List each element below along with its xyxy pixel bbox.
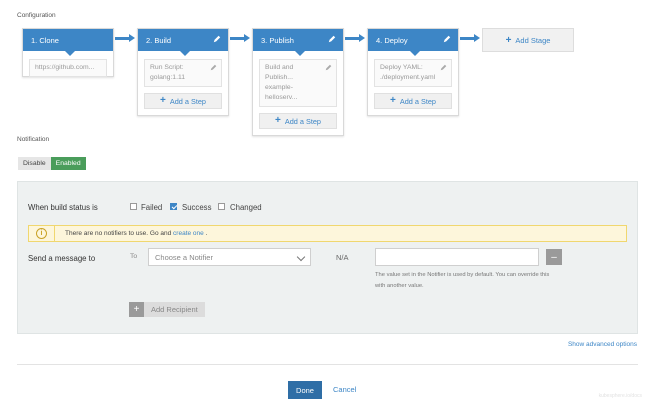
step-text: Build and Publish... example-helloserv..… bbox=[265, 64, 298, 101]
create-notifier-link[interactable]: create one bbox=[173, 230, 204, 237]
step-item[interactable]: Deploy YAML: ./deployment.yaml bbox=[374, 59, 452, 87]
changed-checkbox[interactable] bbox=[218, 203, 225, 210]
step-item[interactable]: https://github.com... bbox=[29, 59, 107, 77]
footer-divider bbox=[17, 364, 638, 365]
stage-title: 2. Build bbox=[146, 35, 172, 45]
plus-icon: + bbox=[275, 115, 281, 126]
build-status-label: When build status is bbox=[28, 203, 98, 212]
stage-header[interactable]: 3. Publish bbox=[253, 29, 343, 56]
pencil-icon[interactable] bbox=[440, 64, 447, 71]
pencil-icon[interactable] bbox=[443, 35, 451, 43]
add-step-button[interactable]: + Add a Step bbox=[374, 93, 452, 109]
add-recipient-button[interactable]: + Add Recipient bbox=[129, 302, 205, 317]
minus-icon: – bbox=[551, 251, 557, 263]
stage-notch bbox=[410, 51, 420, 56]
stage-header[interactable]: 1. Clone bbox=[23, 29, 113, 56]
changed-label: Changed bbox=[230, 203, 262, 212]
chevron-down-icon bbox=[296, 252, 306, 262]
add-stage-label: Add Stage bbox=[515, 35, 551, 45]
stage-notch bbox=[65, 51, 75, 56]
na-label: N/A bbox=[336, 253, 349, 262]
stage-header[interactable]: 2. Build bbox=[138, 29, 228, 56]
notifier-select[interactable]: Choose a Notifier bbox=[148, 248, 311, 266]
no-notifier-warning: i There are no notifiers to use. Go and … bbox=[28, 225, 627, 242]
step-text: Run Script: golang:1.11 bbox=[150, 64, 186, 81]
stage-title: 1. Clone bbox=[31, 35, 59, 45]
success-checkbox[interactable] bbox=[170, 203, 177, 210]
stage-publish[interactable]: 3. Publish Build and Publish... example-… bbox=[252, 28, 344, 136]
success-label: Success bbox=[182, 203, 212, 212]
plus-icon: + bbox=[160, 95, 166, 106]
notification-panel bbox=[17, 181, 638, 334]
plus-icon: + bbox=[129, 302, 144, 317]
notification-toggle[interactable]: Disable Enabled bbox=[18, 157, 86, 170]
warning-message: There are no notifiers to use. Go and bbox=[65, 230, 172, 237]
stage-title: 3. Publish bbox=[261, 35, 294, 45]
cancel-button[interactable]: Cancel bbox=[333, 385, 356, 394]
stage-header[interactable]: 4. Deploy bbox=[368, 29, 458, 56]
step-item[interactable]: Run Script: golang:1.11 bbox=[144, 59, 222, 87]
to-label: To bbox=[130, 253, 138, 260]
stage-notch bbox=[295, 51, 305, 56]
pipeline-arrow bbox=[230, 34, 250, 42]
stage-notch bbox=[180, 51, 190, 56]
step-text: https://github.com... bbox=[35, 64, 95, 71]
pencil-icon[interactable] bbox=[213, 35, 221, 43]
plus-icon: + bbox=[390, 95, 396, 106]
configuration-label: Configuration bbox=[17, 12, 56, 19]
add-step-label: Add a Step bbox=[399, 96, 436, 106]
warning-suffix: . bbox=[205, 230, 208, 237]
add-step-button[interactable]: + Add a Step bbox=[259, 113, 337, 129]
info-icon: i bbox=[36, 228, 47, 239]
pipeline-arrow bbox=[115, 34, 135, 42]
watermark: kubesphere.io/docs bbox=[598, 393, 642, 399]
add-stage-button[interactable]: + Add Stage bbox=[482, 28, 574, 52]
pencil-icon[interactable] bbox=[210, 64, 217, 71]
notification-label: Notification bbox=[17, 136, 50, 143]
remove-recipient-button[interactable]: – bbox=[546, 249, 562, 265]
done-button[interactable]: Done bbox=[288, 381, 322, 399]
recipient-value-input[interactable] bbox=[375, 248, 539, 266]
warning-text: There are no notifiers to use. Go and cr… bbox=[65, 230, 207, 237]
failed-checkbox[interactable] bbox=[130, 203, 137, 210]
failed-label: Failed bbox=[141, 203, 163, 212]
stage-title: 4. Deploy bbox=[376, 35, 408, 45]
value-hint: The value set in the Notifier is used by… bbox=[375, 272, 550, 289]
add-step-button[interactable]: + Add a Step bbox=[144, 93, 222, 109]
add-step-label: Add a Step bbox=[284, 116, 321, 126]
step-text: Deploy YAML: ./deployment.yaml bbox=[380, 64, 436, 81]
add-step-label: Add a Step bbox=[169, 96, 206, 106]
stage-deploy[interactable]: 4. Deploy Deploy YAML: ./deployment.yaml… bbox=[367, 28, 459, 116]
stage-build[interactable]: 2. Build Run Script: golang:1.11 + Add a… bbox=[137, 28, 229, 116]
step-item[interactable]: Build and Publish... example-helloserv..… bbox=[259, 59, 337, 107]
notifier-select-placeholder: Choose a Notifier bbox=[155, 252, 213, 262]
add-recipient-label: Add Recipient bbox=[144, 302, 205, 317]
pencil-icon[interactable] bbox=[325, 64, 332, 71]
stage-clone[interactable]: 1. Clone https://github.com... bbox=[22, 28, 114, 77]
send-message-label: Send a message to bbox=[28, 254, 96, 263]
show-advanced-options-link[interactable]: Show advanced options bbox=[568, 341, 637, 348]
warning-divider bbox=[54, 225, 55, 242]
pipeline-arrow bbox=[345, 34, 365, 42]
pipeline-arrow bbox=[460, 34, 480, 42]
disable-toggle-option[interactable]: Disable bbox=[18, 157, 51, 170]
enabled-toggle-option[interactable]: Enabled bbox=[50, 157, 86, 170]
plus-icon: + bbox=[505, 34, 512, 46]
pencil-icon[interactable] bbox=[328, 35, 336, 43]
